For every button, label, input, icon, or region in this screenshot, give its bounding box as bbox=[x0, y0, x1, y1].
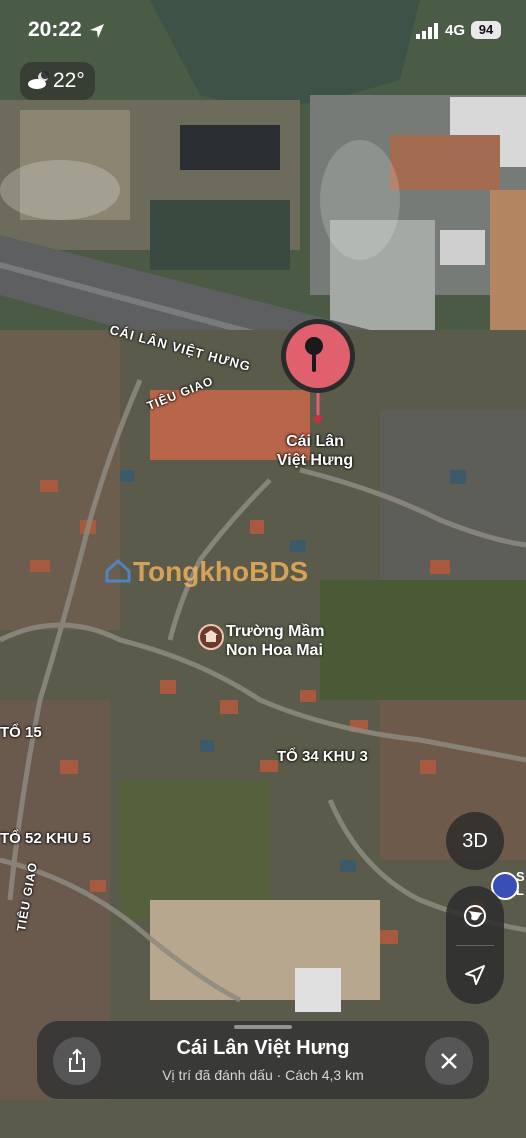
close-button[interactable] bbox=[425, 1037, 473, 1085]
globe-icon bbox=[464, 905, 486, 927]
3d-view-button[interactable]: 3D bbox=[446, 812, 504, 870]
signal-bars-icon bbox=[416, 23, 438, 39]
map-controls bbox=[446, 886, 504, 1004]
poi-label-line2: Non Hoa Mai bbox=[226, 642, 323, 659]
watermark-text: TongkhoBDS bbox=[133, 556, 309, 587]
status-bar: 20:22 4G 94 bbox=[0, 0, 526, 62]
place-title: Cái Lân Việt Hưng bbox=[176, 1037, 350, 1059]
poi-school[interactable]: Trường Mầm Non Hoa Mai bbox=[198, 622, 338, 662]
close-icon bbox=[441, 1053, 457, 1069]
share-button[interactable] bbox=[53, 1037, 101, 1085]
area-label: TỔ 15 bbox=[0, 724, 42, 741]
place-sheet[interactable]: Cái Lân Việt Hưng Vị trí đã đánh dấu · C… bbox=[37, 1021, 489, 1099]
cloud-moon-icon bbox=[28, 71, 49, 89]
pin-label: Cái Lân Việt Hưng bbox=[250, 432, 380, 470]
watermark: TongkhoBDS bbox=[105, 556, 309, 588]
locate-button[interactable] bbox=[446, 945, 504, 1004]
network-type: 4G bbox=[445, 22, 466, 39]
edge-poi-label: S L bbox=[516, 870, 525, 898]
area-label: TỔ 52 KHU 5 bbox=[0, 830, 91, 847]
poi-label: Trường Mầm Non Hoa Mai bbox=[226, 622, 325, 660]
location-arrow-icon bbox=[465, 965, 485, 985]
area-label: TỔ 34 KHU 3 bbox=[277, 748, 368, 765]
dropped-pin[interactable] bbox=[278, 318, 358, 426]
pin-label-line2: Việt Hưng bbox=[276, 452, 354, 469]
pin-label-line1: Cái Lân bbox=[286, 433, 344, 450]
location-arrow-icon bbox=[90, 24, 104, 38]
place-subtitle: Vị trí đã đánh dấu · Cách 4,3 km bbox=[162, 1067, 364, 1083]
poi-label-line1: Trường Mầm bbox=[226, 623, 325, 640]
battery-indicator: 94 bbox=[471, 21, 501, 39]
globe-button[interactable] bbox=[446, 886, 504, 945]
weather-chip[interactable]: 22° bbox=[20, 62, 95, 100]
sheet-grabber[interactable] bbox=[234, 1025, 292, 1029]
share-icon bbox=[69, 1048, 85, 1072]
weather-temperature: 22° bbox=[53, 69, 85, 92]
school-icon bbox=[198, 624, 224, 650]
house-logo-icon bbox=[105, 559, 131, 583]
status-time: 20:22 bbox=[28, 18, 82, 41]
